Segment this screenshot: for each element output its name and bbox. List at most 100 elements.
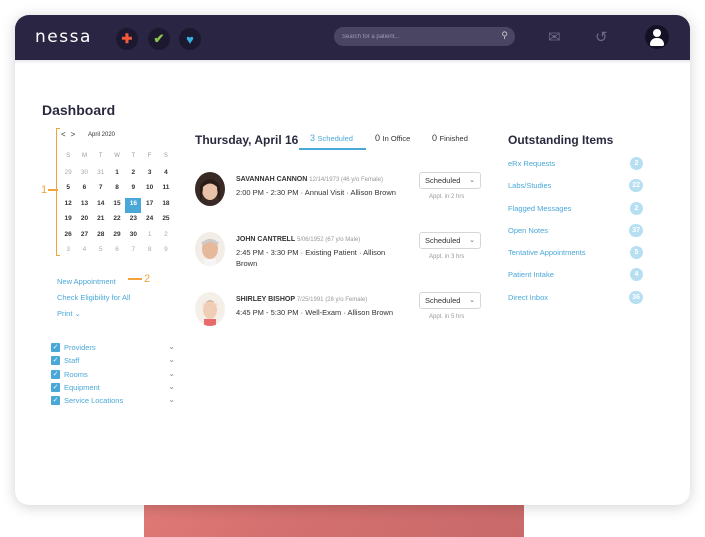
print-link[interactable]: Print ⌄ (57, 309, 81, 318)
outstanding-item-label[interactable]: Direct Inbox (508, 293, 548, 302)
patient-name[interactable]: JOHN CANTRELL 5/06/1952 (67 y/o Male) (236, 236, 360, 243)
check-app-icon[interactable]: ✔ (148, 28, 170, 50)
calendar-day[interactable]: 9 (125, 182, 141, 198)
chevron-down-icon[interactable]: ⌄ (168, 342, 175, 351)
history-icon[interactable]: ↺ (595, 28, 608, 46)
calendar-day[interactable]: 21 (93, 213, 109, 229)
outstanding-item[interactable]: Tentative Appointments 5 (508, 245, 643, 267)
chevron-down-icon[interactable]: ⌄ (168, 395, 175, 404)
outstanding-item[interactable]: Patient Intake 4 (508, 267, 643, 289)
calendar-day[interactable]: 12 (60, 198, 76, 214)
outstanding-item[interactable]: Flagged Messages 2 (508, 201, 643, 223)
checkbox-checked-icon[interactable]: ✓ (51, 356, 60, 366)
status-select[interactable]: Scheduled ⌄ (419, 232, 481, 249)
heart-app-icon[interactable]: ♥ (179, 28, 201, 50)
appointment-row[interactable]: JOHN CANTRELL 5/06/1952 (67 y/o Male) 2:… (195, 232, 485, 272)
checkbox-checked-icon[interactable]: ✓ (51, 369, 60, 379)
filter-item[interactable]: ✓ Providers ⌄ (51, 342, 175, 355)
filter-item[interactable]: ✓ Equipment ⌄ (51, 382, 175, 395)
outstanding-item-label[interactable]: Tentative Appointments (508, 248, 586, 257)
checkbox-checked-icon[interactable]: ✓ (51, 396, 60, 406)
search-icon[interactable]: ⚲ (501, 30, 508, 41)
outstanding-item-label[interactable]: Open Notes (508, 226, 548, 235)
status-select[interactable]: Scheduled ⌄ (419, 292, 481, 309)
mail-icon[interactable]: ✉ (548, 28, 561, 46)
patient-name[interactable]: SAVANNAH CANNON 12/14/1973 (46 y/o Femal… (236, 176, 383, 183)
next-month-icon[interactable]: > (71, 130, 76, 139)
patient-name[interactable]: SHIRLEY BISHOP 7/25/1991 (28 y/o Female) (236, 296, 367, 303)
calendar-day[interactable]: 7 (125, 244, 141, 260)
calendar-day[interactable]: 15 (109, 198, 125, 214)
prev-month-icon[interactable]: < (61, 130, 66, 139)
calendar-day[interactable]: 11 (158, 182, 174, 198)
outstanding-item[interactable]: Open Notes 37 (508, 223, 643, 245)
calendar-day[interactable]: 30 (76, 167, 92, 183)
calendar-day[interactable]: 20 (76, 213, 92, 229)
outstanding-item-label[interactable]: eRx Requests (508, 159, 555, 168)
search-input[interactable] (342, 30, 492, 43)
calendar-day[interactable]: 26 (60, 229, 76, 245)
appointment-row[interactable]: SAVANNAH CANNON 12/14/1973 (46 y/o Femal… (195, 172, 485, 212)
outstanding-item[interactable]: Labs/Studies 22 (508, 178, 643, 200)
chevron-down-icon[interactable]: ⌄ (168, 369, 175, 378)
calendar-day[interactable]: 1 (141, 229, 157, 245)
tab-in-office[interactable]: 0 In Office (375, 133, 410, 143)
calendar-day[interactable]: 22 (109, 213, 125, 229)
calendar-day[interactable]: 7 (93, 182, 109, 198)
calendar-day[interactable]: 14 (93, 198, 109, 214)
checkbox-checked-icon[interactable]: ✓ (51, 343, 60, 352)
calendar-day[interactable]: 18 (158, 198, 174, 214)
calendar-day[interactable]: 29 (109, 229, 125, 245)
checkbox-checked-icon[interactable]: ✓ (51, 382, 60, 392)
calendar-day[interactable]: 10 (141, 182, 157, 198)
calendar-day[interactable]: 2 (158, 229, 174, 245)
calendar-day[interactable]: 1 (109, 167, 125, 183)
calendar-day[interactable]: 28 (93, 229, 109, 245)
calendar-day[interactable]: 23 (125, 213, 141, 229)
outstanding-item[interactable]: Direct Inbox 36 (508, 290, 643, 312)
calendar-day[interactable]: 6 (109, 244, 125, 260)
plus-app-icon[interactable]: ✚ (116, 28, 138, 50)
filter-item[interactable]: ✓ Service Locations ⌄ (51, 395, 175, 408)
calendar-day[interactable]: 19 (60, 213, 76, 229)
calendar-day[interactable]: 9 (158, 244, 174, 260)
appointment-time: 4:45 PM - 5:30 PM · Well-Exam · Allison … (236, 308, 393, 317)
outstanding-item-label[interactable]: Patient Intake (508, 270, 554, 279)
calendar-day[interactable]: 3 (141, 167, 157, 183)
appointment-row[interactable]: SHIRLEY BISHOP 7/25/1991 (28 y/o Female)… (195, 292, 485, 332)
calendar-day[interactable]: 2 (125, 167, 141, 183)
calendar-day[interactable]: 6 (76, 182, 92, 198)
calendar-day[interactable]: 31 (93, 167, 109, 183)
tab-scheduled[interactable]: 3 Scheduled (310, 133, 353, 143)
calendar-day[interactable]: 5 (93, 244, 109, 260)
calendar-day[interactable]: 8 (141, 244, 157, 260)
patient-search[interactable]: ⚲ (334, 27, 515, 46)
status-select[interactable]: Scheduled ⌄ (419, 172, 481, 189)
outstanding-item-label[interactable]: Flagged Messages (508, 204, 571, 213)
new-appointment-link[interactable]: New Appointment (57, 277, 116, 286)
calendar-weekday: F (147, 153, 152, 159)
calendar-day[interactable]: 5 (60, 182, 76, 198)
calendar-day[interactable]: 29 (60, 167, 76, 183)
calendar-day-today[interactable]: 16 (125, 197, 142, 213)
filter-item[interactable]: ✓ Rooms ⌄ (51, 369, 175, 382)
filter-label: Service Locations (64, 396, 124, 406)
user-avatar-button[interactable] (645, 25, 669, 49)
calendar-day[interactable]: 27 (76, 229, 92, 245)
calendar-day[interactable]: 4 (76, 244, 92, 260)
outstanding-item-label[interactable]: Labs/Studies (508, 181, 551, 190)
check-eligibility-link[interactable]: Check Eligibility for All (57, 293, 130, 302)
tab-finished[interactable]: 0 Finished (432, 133, 468, 143)
calendar-day[interactable]: 13 (76, 198, 92, 214)
calendar-day[interactable]: 24 (141, 213, 157, 229)
calendar-day[interactable]: 4 (158, 167, 174, 183)
filter-item[interactable]: ✓ Staff ⌄ (51, 355, 175, 368)
chevron-down-icon[interactable]: ⌄ (168, 355, 175, 364)
outstanding-item[interactable]: eRx Requests 2 (508, 156, 643, 178)
calendar-day[interactable]: 17 (141, 198, 157, 214)
calendar-day[interactable]: 3 (60, 244, 76, 260)
calendar-day[interactable]: 25 (158, 213, 174, 229)
calendar-day[interactable]: 30 (125, 229, 141, 245)
calendar-day[interactable]: 8 (109, 182, 125, 198)
chevron-down-icon[interactable]: ⌄ (168, 382, 175, 391)
